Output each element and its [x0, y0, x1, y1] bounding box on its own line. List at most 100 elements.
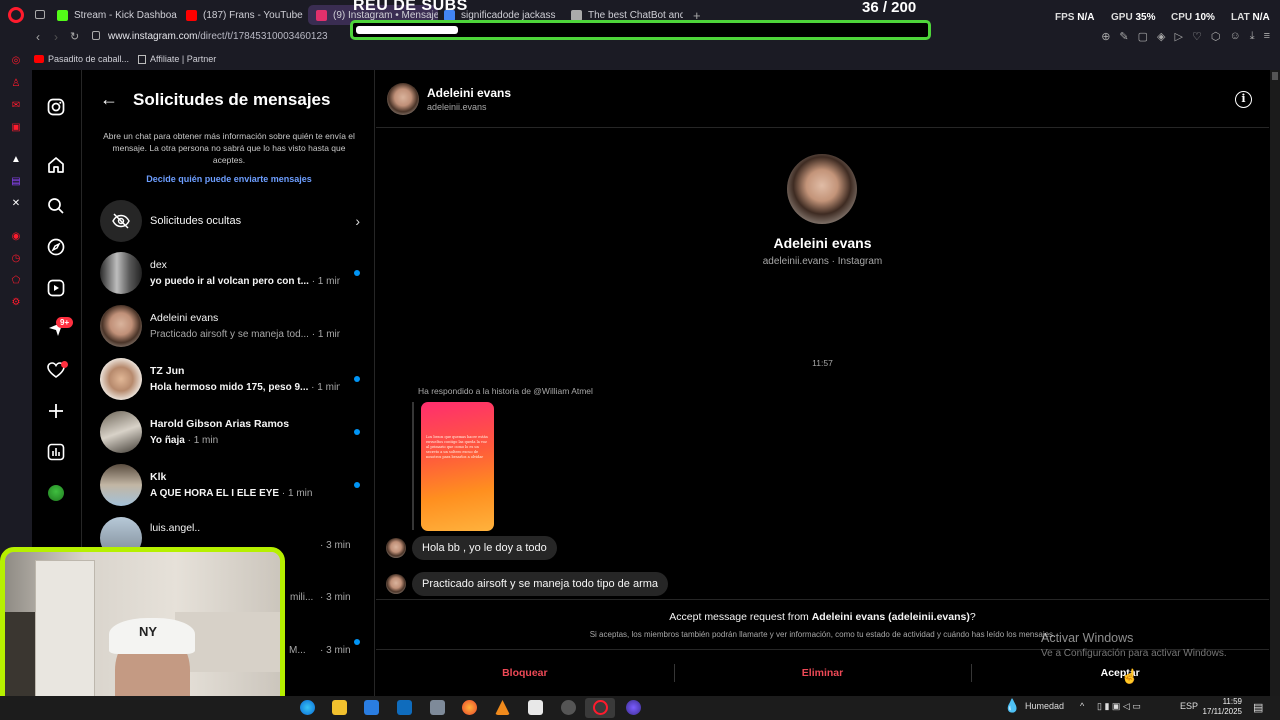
search-icon[interactable] [46, 196, 66, 216]
subs-goal-progress [350, 20, 931, 40]
conv-message: Yo ñaja · 1 min [150, 435, 219, 446]
message-controls-link[interactable]: Decide quién puede enviarte mensajes [83, 174, 375, 184]
windows-activation-title: Activar Windows [1041, 631, 1134, 645]
conv-message: yo puedo ir al volcan pero con t... · 1 … [150, 276, 340, 287]
youtube-icon [34, 55, 44, 63]
whatsapp-icon[interactable]: ▣ [10, 121, 22, 133]
outlook-icon[interactable] [397, 700, 412, 715]
list-item[interactable]: Adeleini evans Practicado airsoft y se m… [100, 304, 360, 348]
kick-sidebar-icon[interactable]: ▲ [10, 153, 22, 165]
messenger-icon[interactable]: ✉ [10, 99, 22, 111]
shield-icon[interactable]: ◈ [1157, 30, 1165, 43]
notepad-icon[interactable] [528, 700, 543, 715]
workspace-icon[interactable]: ♙ [10, 77, 22, 89]
back-icon[interactable]: ‹ [36, 30, 40, 44]
photos-icon[interactable] [430, 700, 445, 715]
store-icon[interactable] [364, 700, 379, 715]
avatar [386, 538, 406, 558]
block-button[interactable]: Bloquear [376, 650, 674, 695]
conv-message: mili... [290, 592, 314, 603]
create-icon[interactable] [46, 401, 66, 421]
chevron-right-icon: › [355, 213, 360, 229]
tab-label: The best ChatBot and W [588, 9, 683, 21]
list-item[interactable]: Harold Gibson Arias Ramos Yo ñaja · 1 mi… [100, 410, 360, 454]
chat-header: Adeleini evans adeleinii.evans i [376, 70, 1269, 128]
weather-label[interactable]: Humedad [1025, 701, 1064, 711]
delete-button[interactable]: Eliminar [673, 650, 972, 695]
file-explorer-icon[interactable] [332, 700, 347, 715]
opera-taskbar-icon[interactable] [593, 700, 608, 715]
weather-icon: 💧 [1004, 698, 1021, 713]
menu-icon[interactable]: ≡ [1264, 30, 1270, 43]
conv-name: Klk [150, 471, 167, 483]
kick-icon [57, 9, 68, 21]
back-arrow-icon[interactable]: ← [100, 89, 118, 110]
info-icon[interactable]: i [1235, 91, 1252, 108]
profile-subtitle: adeleinii.evans · Instagram [762, 256, 883, 267]
story-thumbnail[interactable]: Los besos que quemas hacer están envuelt… [421, 402, 494, 531]
extensions-icon[interactable]: ⬡ [1211, 30, 1221, 43]
notifications-center-icon[interactable]: ▤ [1253, 701, 1263, 714]
x-icon[interactable]: ✕ [10, 197, 22, 209]
language-indicator[interactable]: ESP [1180, 701, 1198, 711]
scrollbar[interactable] [1270, 70, 1280, 696]
hidden-requests-row[interactable]: Solicitudes ocultas › [100, 200, 360, 242]
bookmark-affiliate[interactable]: Affiliate | Partner [138, 54, 216, 64]
bookmark-pasadito[interactable]: Pasadito de caball... [34, 54, 129, 64]
instagram-logo-icon[interactable] [46, 97, 66, 117]
tray-chevron-icon[interactable]: ^ [1080, 701, 1084, 711]
list-item[interactable]: Klk A QUE HORA EL I ELE EYE · 1 min [100, 463, 360, 507]
tab-youtube[interactable]: (187) Frans - YouTube [186, 5, 306, 25]
explore-icon[interactable] [46, 237, 66, 257]
url-field[interactable]: www.instagram.com/direct/t/1784531000346… [108, 31, 328, 42]
list-item[interactable]: dex yo puedo ir al volcan pero con t... … [100, 251, 360, 295]
unread-dot [354, 376, 360, 382]
message-bubble[interactable]: Practicado airsoft y se maneja todo tipo… [412, 572, 669, 596]
extensions-sidebar-icon[interactable]: ⬠ [10, 274, 22, 286]
reels-icon[interactable] [46, 278, 66, 298]
reload-icon[interactable]: ↻ [70, 30, 79, 43]
dashboard-icon[interactable] [46, 442, 66, 462]
conv-time: · 3 min [320, 540, 351, 551]
heart-icon[interactable]: ♡ [1192, 30, 1202, 43]
message-timestamp: 11:57 [812, 358, 833, 368]
forward-icon[interactable]: › [54, 30, 58, 44]
message-bubble[interactable]: Hola bb , yo le doy a todo [412, 536, 557, 560]
download-icon[interactable]: ⤓ [1250, 30, 1255, 43]
chat-panel: Adeleini evans adeleinii.evans i Adelein… [376, 70, 1269, 696]
edge-icon[interactable] [300, 700, 315, 715]
play-icon[interactable]: ▷ [1175, 30, 1183, 43]
tab-manager-icon[interactable] [35, 10, 45, 19]
chat-user-name[interactable]: Adeleini evans [427, 86, 511, 100]
opera-gx-icon[interactable] [626, 700, 641, 715]
opera-logo-icon[interactable] [8, 7, 24, 23]
list-item[interactable]: TZ Jun Hola hermoso mido 175, peso 9... … [100, 357, 360, 401]
avatar[interactable] [387, 83, 419, 115]
conv-message: Hola hermoso mido 175, peso 9... · 1 min [150, 382, 340, 393]
tab-kick[interactable]: Stream - Kick Dashboard [57, 5, 177, 25]
player-icon[interactable]: ◉ [10, 230, 22, 242]
accept-request-title: Accept message request from Adeleini eva… [669, 611, 976, 623]
message-row: Practicado airsoft y se maneja todo tipo… [386, 572, 669, 596]
tray-apps-icon[interactable]: ▯ ▮ ▣ ◁ ▭ [1097, 701, 1141, 712]
settings-icon[interactable]: ⚙ [10, 296, 22, 308]
system-clock[interactable]: 11:59 17/11/2025 [1200, 697, 1242, 717]
avatar [386, 574, 406, 594]
profile-icon[interactable]: ☺ [1229, 30, 1240, 43]
zoom-icon[interactable]: ⊕ [1101, 30, 1110, 43]
obs-icon[interactable] [561, 700, 576, 715]
toolbar-icons: ⊕ ✎ ▢ ◈ ▷ ♡ ⬡ ☺ ⤓ ≡ [1101, 30, 1270, 43]
hud-lat: LAT N/A [1231, 12, 1270, 23]
hud-gpu: GPU 35% [1111, 12, 1156, 23]
twitch-icon[interactable]: ▤ [10, 175, 22, 187]
bookmark-label: Affiliate | Partner [150, 54, 217, 64]
history-icon[interactable]: ◷ [10, 252, 22, 264]
home-icon[interactable] [46, 155, 66, 175]
firefox-icon[interactable] [462, 700, 477, 715]
profile-avatar-icon[interactable] [46, 483, 66, 503]
mouse-cursor-icon: ☝ [1121, 668, 1139, 684]
opera-ai-icon[interactable]: ◎ [10, 54, 22, 66]
snapshot-icon[interactable]: ▢ [1138, 30, 1148, 43]
clock-time: 11:59 [1222, 697, 1242, 706]
pin-icon[interactable]: ✎ [1119, 30, 1128, 43]
